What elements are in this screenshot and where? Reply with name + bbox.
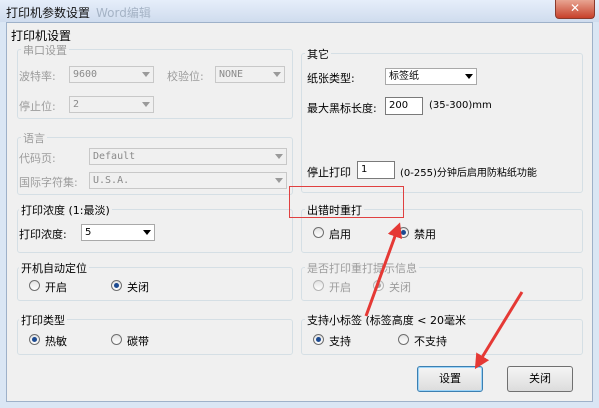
- window-close-button[interactable]: ✕: [555, 0, 595, 19]
- paper-type-label: 纸张类型:: [307, 72, 355, 85]
- parity-value: NONE: [219, 69, 244, 80]
- small-label-no-support-radio[interactable]: [398, 334, 409, 345]
- reprint-info-on-radio[interactable]: [313, 280, 324, 291]
- max-black-mark-label: 最大黑标长度:: [307, 102, 377, 115]
- max-black-mark-range: (35-300)mm: [429, 100, 492, 111]
- thermal-label[interactable]: 热敏: [45, 333, 67, 349]
- codepage-select[interactable]: Default: [89, 148, 287, 165]
- max-black-mark-value: 200: [389, 100, 409, 111]
- auto-position-off-radio[interactable]: [111, 280, 122, 291]
- window-title: 打印机参数设置: [6, 6, 91, 20]
- baud-rate-label: 波特率:: [19, 70, 56, 83]
- small-label-no-support-label[interactable]: 不支持: [414, 333, 447, 349]
- reprint-enable-radio[interactable]: [313, 227, 324, 238]
- reprint-info-group-label: 是否打印重打提示信息: [305, 260, 419, 276]
- serial-settings-group: [17, 49, 293, 119]
- close-button-label: 关闭: [529, 372, 551, 385]
- reprint-enable-label[interactable]: 启用: [329, 226, 351, 242]
- print-density-select[interactable]: 5: [81, 224, 155, 241]
- paper-type-select[interactable]: 标签纸: [385, 68, 477, 85]
- small-label-support-radio[interactable]: [313, 334, 324, 345]
- reprint-info-on-label[interactable]: 开启: [329, 279, 351, 295]
- stop-print-label: 停止打印: [307, 166, 351, 179]
- max-black-mark-input[interactable]: 200: [385, 97, 423, 115]
- background-window-title: Word编辑: [96, 6, 151, 20]
- close-button[interactable]: 关闭: [507, 366, 573, 392]
- close-icon: ✕: [569, 1, 581, 15]
- stop-bits-select[interactable]: 2: [69, 96, 154, 113]
- paper-type-value: 标签纸: [389, 71, 419, 82]
- auto-position-on-label[interactable]: 开启: [45, 279, 67, 295]
- title-bar[interactable]: 打印机参数设置 Word编辑 ✕: [0, 0, 599, 22]
- reprint-info-off-radio[interactable]: [373, 280, 384, 291]
- auto-position-on-radio[interactable]: [29, 280, 40, 291]
- serial-settings-group-label: 串口设置: [21, 42, 69, 58]
- small-label-group-label: 支持小标签 (标签高度 < 20毫米: [305, 312, 468, 328]
- auto-position-group-label: 开机自动定位: [19, 260, 89, 276]
- intl-charset-value: U.S.A.: [93, 175, 130, 186]
- chevron-down-icon: [275, 178, 283, 183]
- print-density-label: 打印浓度:: [19, 228, 67, 241]
- intl-charset-select[interactable]: U.S.A.: [89, 172, 287, 189]
- annotation-highlight-box: [289, 186, 404, 218]
- print-density-value: 5: [85, 227, 92, 238]
- ribbon-radio[interactable]: [111, 334, 122, 345]
- parity-label: 校验位:: [167, 70, 204, 83]
- codepage-label: 代码页:: [19, 152, 56, 165]
- stop-bits-value: 2: [73, 99, 80, 110]
- small-label-support-label[interactable]: 支持: [329, 333, 351, 349]
- other-group-label: 其它: [305, 46, 331, 62]
- thermal-radio[interactable]: [29, 334, 40, 345]
- stop-print-minutes-input[interactable]: 1: [357, 161, 395, 179]
- stop-print-note: (0-255)分钟后启用防粘纸功能: [400, 168, 537, 179]
- chevron-down-icon: [273, 72, 281, 77]
- stop-print-minutes-value: 1: [361, 164, 368, 175]
- codepage-value: Default: [93, 151, 136, 162]
- chevron-down-icon: [143, 230, 151, 235]
- chevron-down-icon: [142, 102, 150, 107]
- print-type-group-label: 打印类型: [19, 312, 67, 328]
- reprint-disable-radio[interactable]: [398, 227, 409, 238]
- chevron-down-icon: [142, 72, 150, 77]
- baud-rate-select[interactable]: 9600: [69, 66, 154, 83]
- reprint-info-off-label[interactable]: 关闭: [389, 279, 411, 295]
- set-button-label: 设置: [439, 372, 461, 385]
- print-density-group-label: 打印浓度 (1:最淡): [19, 202, 112, 218]
- baud-rate-value: 9600: [73, 69, 98, 80]
- intl-charset-label: 国际字符集:: [19, 176, 78, 189]
- parity-select[interactable]: NONE: [215, 66, 285, 83]
- chevron-down-icon: [465, 74, 473, 79]
- chevron-down-icon: [275, 154, 283, 159]
- reprint-disable-label[interactable]: 禁用: [414, 226, 436, 242]
- ribbon-label[interactable]: 碳带: [127, 333, 149, 349]
- printer-settings-window: 打印机参数设置 Word编辑 ✕ 打印机设置 串口设置 波特率: 9600 校验…: [0, 0, 599, 408]
- set-button[interactable]: 设置: [417, 366, 483, 392]
- language-group-label: 语言: [21, 130, 47, 146]
- auto-position-off-label[interactable]: 关闭: [127, 279, 149, 295]
- stop-bits-label: 停止位:: [19, 100, 56, 113]
